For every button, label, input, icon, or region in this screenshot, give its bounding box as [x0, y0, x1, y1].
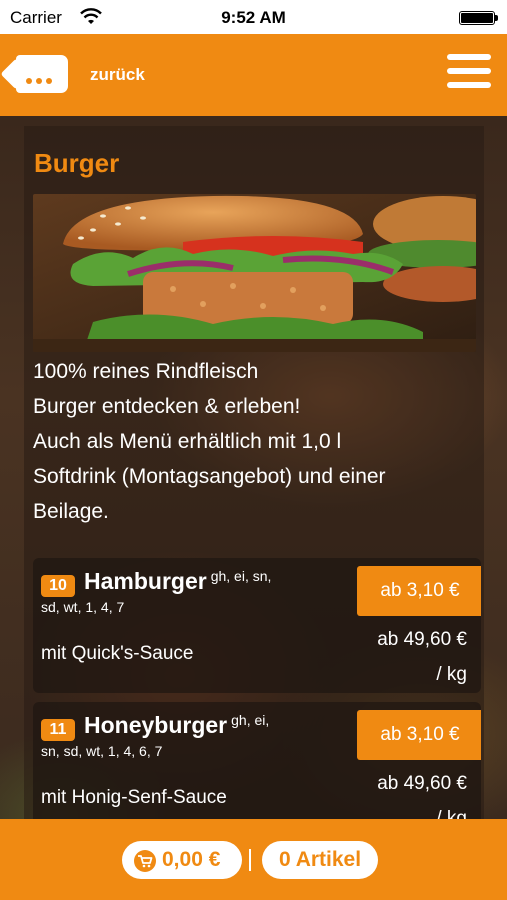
item-name: Hamburger gh, ei, sn,	[84, 568, 272, 594]
item-allergens-line: sd, wt, 1, 4, 7	[41, 599, 125, 615]
battery-icon	[459, 11, 498, 25]
app-header: zurück	[0, 34, 507, 116]
item-name: Honeyburger gh, ei,	[84, 712, 270, 738]
description-line: Auch als Menü erhältlich mit 1,0 l	[33, 430, 342, 453]
burger-hero-image	[33, 194, 476, 352]
description-line: Beilage.	[33, 500, 109, 523]
more-dots-icon	[26, 71, 60, 84]
category-description: 100% reines Rindfleisch Burger entdecken…	[33, 354, 473, 529]
menu-item[interactable]: 10 Hamburger gh, ei, sn, sd, wt, 1, 4, 7 …	[33, 558, 481, 693]
item-description: mit Quick's-Sauce	[41, 643, 194, 664]
add-to-cart-price-button[interactable]: ab 3,10 €	[357, 566, 481, 616]
description-line: 100% reines Rindfleisch	[33, 360, 259, 383]
cart-items-button[interactable]: 0 Artikel	[262, 841, 378, 879]
clock: 9:52 AM	[221, 8, 286, 27]
back-button[interactable]	[16, 55, 68, 93]
price-per-kg: ab 49,60 € / kg	[377, 773, 467, 820]
add-to-cart-price-button[interactable]: ab 3,10 €	[357, 710, 481, 760]
description-line: Softdrink (Montagsangebot) und einer	[33, 465, 386, 488]
description-line: Burger entdecken & erleben!	[33, 395, 301, 418]
category-title: Burger	[34, 148, 120, 178]
item-number-badge: 10	[41, 575, 75, 597]
cart-total-button[interactable]: 0,00 €	[122, 841, 242, 879]
item-number-badge: 11	[41, 719, 75, 741]
item-allergens: gh, ei, sn,	[210, 568, 272, 584]
category-panel: Burger 100% reines Rindfleisch Burger en…	[24, 126, 484, 820]
hamburger-menu-icon[interactable]	[447, 54, 491, 94]
item-description: mit Honig-Senf-Sauce	[41, 787, 227, 808]
price-per-kg: ab 49,60 € / kg	[377, 629, 467, 685]
item-allergens-line: sn, sd, wt, 1, 4, 6, 7	[41, 743, 163, 759]
cart-total: 0,00 €	[162, 848, 221, 871]
status-bar: Carrier 9:52 AM	[0, 0, 507, 34]
back-label[interactable]: zurück	[90, 65, 145, 85]
cart-footer: 0,00 € 0 Artikel	[0, 819, 507, 900]
menu-item[interactable]: 11 Honeyburger gh, ei, sn, sd, wt, 1, 4, …	[33, 702, 481, 820]
item-allergens: gh, ei,	[231, 712, 270, 728]
footer-divider	[249, 849, 251, 871]
cart-icon	[134, 850, 156, 872]
